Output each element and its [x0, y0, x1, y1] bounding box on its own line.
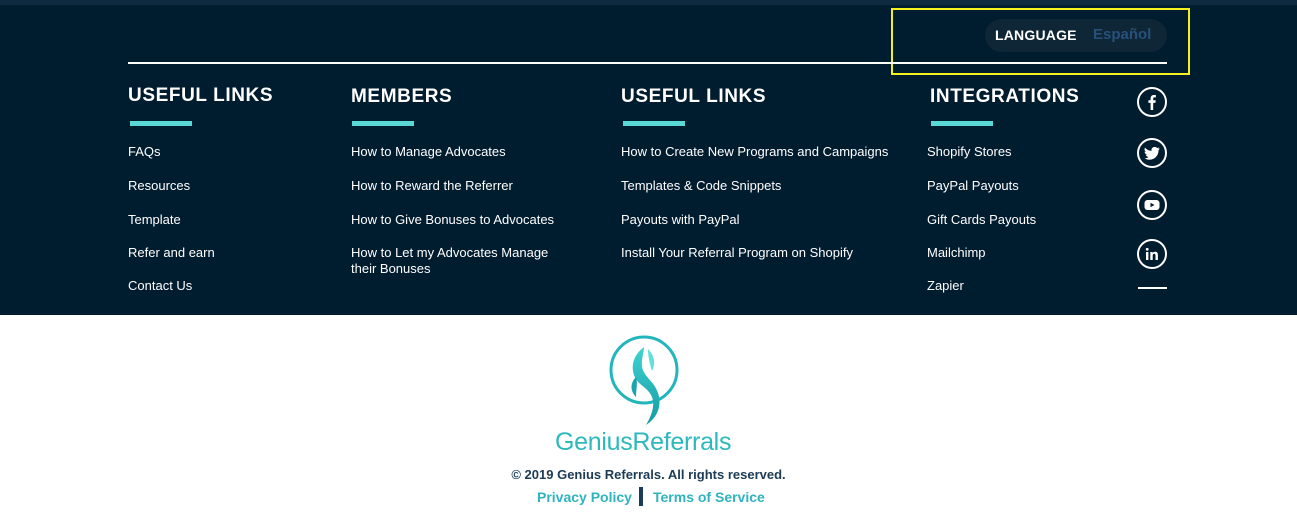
column-title-integrations: INTEGRATIONS [930, 86, 1080, 107]
footer: LANGUAGE Español USEFUL LINKS FAQs Resou… [0, 0, 1297, 315]
footer-link-refer-and-earn[interactable]: Refer and earn [128, 245, 215, 261]
privacy-policy-link[interactable]: Privacy Policy [537, 489, 632, 505]
brand-name: GeniusReferrals [555, 428, 745, 457]
column-underline [130, 121, 192, 126]
footer-link-payouts-paypal[interactable]: Payouts with PayPal [621, 212, 740, 228]
footer-link-paypal-payouts[interactable]: PayPal Payouts [927, 178, 1019, 194]
column-underline [931, 121, 993, 126]
footer-link-contact-us[interactable]: Contact Us [128, 278, 192, 294]
genius-referrals-logo [608, 335, 680, 427]
footer-link-shopify-stores[interactable]: Shopify Stores [927, 144, 1012, 160]
column-title-members: MEMBERS [351, 86, 453, 107]
footer-link-template[interactable]: Template [128, 212, 181, 228]
linkedin-icon[interactable] [1137, 239, 1167, 269]
footer-link-give-bonuses[interactable]: How to Give Bonuses to Advocates [351, 212, 554, 228]
column-title-useful-links: USEFUL LINKS [128, 85, 274, 106]
footer-link-resources[interactable]: Resources [128, 178, 190, 194]
column-underline [352, 121, 414, 126]
terms-of-service-link[interactable]: Terms of Service [653, 489, 765, 505]
highlight-box [891, 8, 1190, 75]
footer-link-create-programs[interactable]: How to Create New Programs and Campaigns [621, 144, 888, 160]
social-divider [1138, 287, 1167, 289]
facebook-icon[interactable] [1137, 87, 1167, 117]
youtube-icon[interactable] [1137, 190, 1167, 220]
footer-link-gift-cards[interactable]: Gift Cards Payouts [927, 212, 1036, 228]
legal-separator [639, 487, 643, 506]
footer-link-faqs[interactable]: FAQs [128, 144, 161, 160]
brand-name-part2: Referrals [632, 428, 732, 456]
footer-link-zapier[interactable]: Zapier [927, 278, 964, 294]
footer-link-reward-referrer[interactable]: How to Reward the Referrer [351, 178, 513, 194]
footer-link-mailchimp[interactable]: Mailchimp [927, 245, 986, 261]
brand-name-part1: Genius [555, 428, 633, 456]
copyright-text: © 2019 Genius Referrals. All rights rese… [511, 467, 786, 482]
footer-divider [128, 62, 1167, 64]
column-title-useful-links-2: USEFUL LINKS [621, 86, 767, 107]
twitter-icon[interactable] [1137, 138, 1167, 168]
footer-link-advocates-manage-bonuses[interactable]: How to Let my Advocates Manage their Bon… [351, 245, 566, 277]
footer-link-manage-advocates[interactable]: How to Manage Advocates [351, 144, 506, 160]
footer-link-install-shopify[interactable]: Install Your Referral Program on Shopify [621, 245, 853, 261]
top-strip [0, 0, 1297, 5]
column-underline [623, 121, 685, 126]
footer-link-templates-snippets[interactable]: Templates & Code Snippets [621, 178, 781, 194]
